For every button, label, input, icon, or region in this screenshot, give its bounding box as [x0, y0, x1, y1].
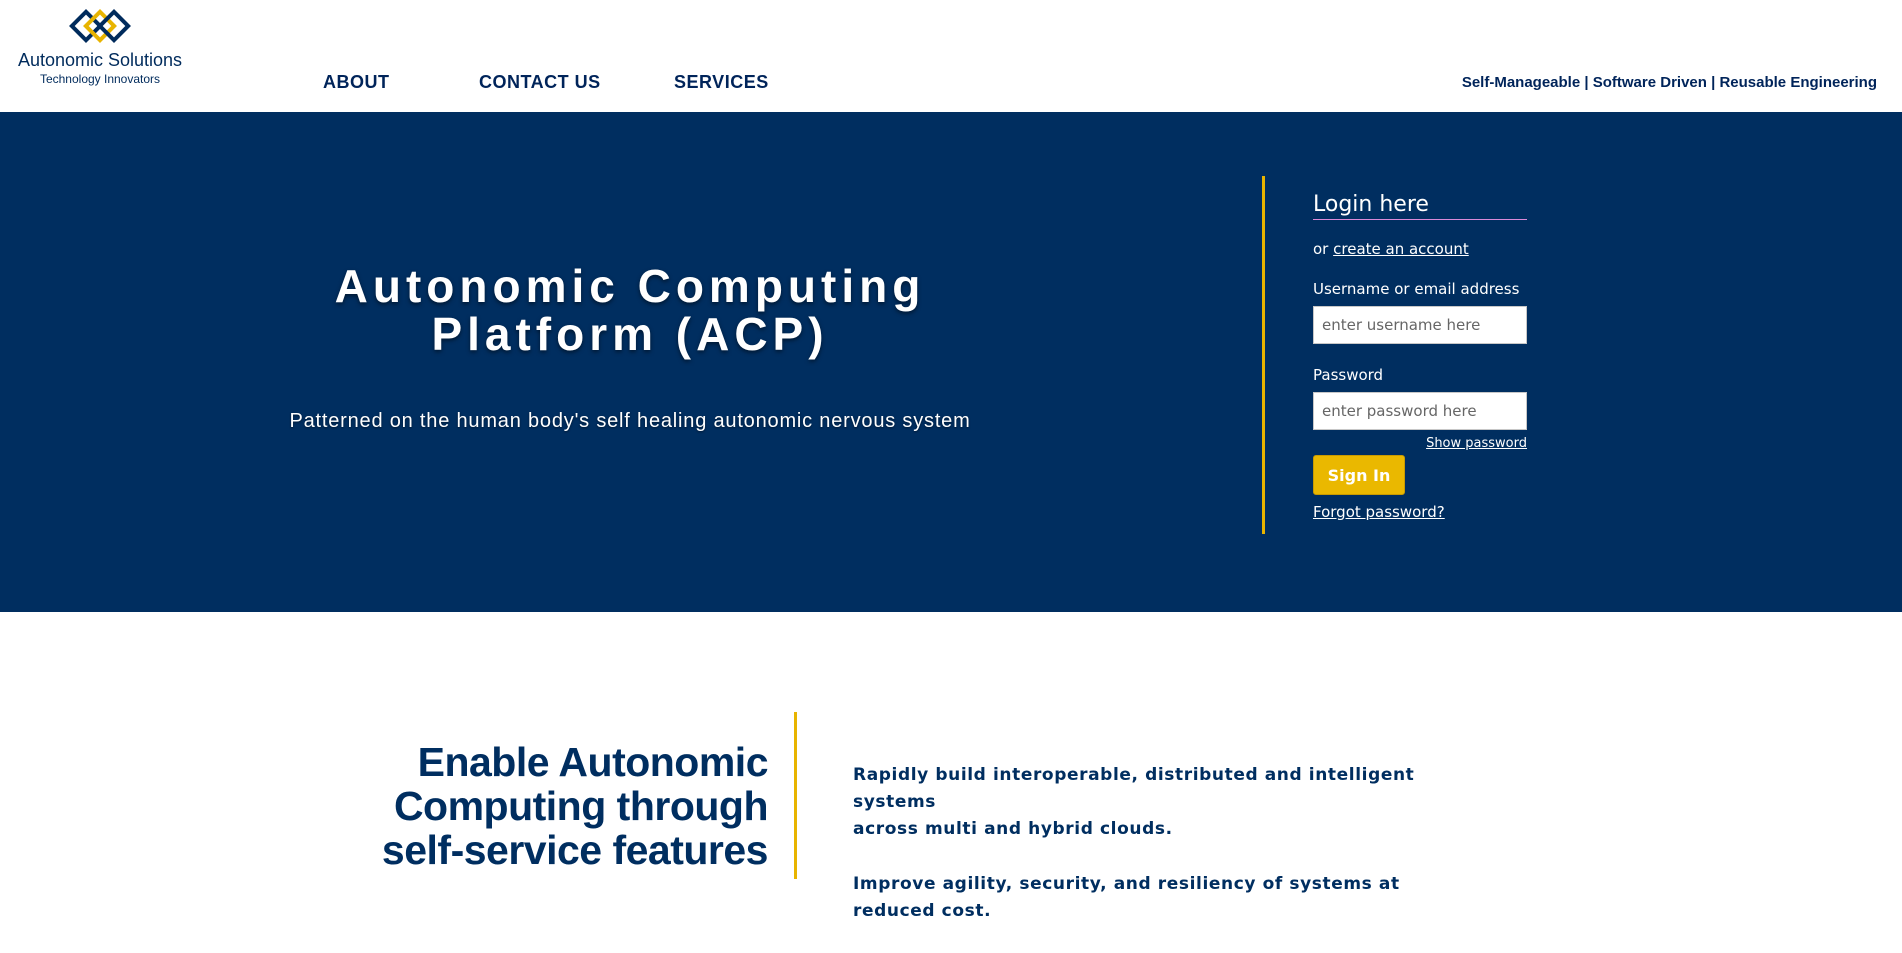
brand-name: Autonomic Solutions	[17, 50, 183, 70]
username-input[interactable]	[1313, 306, 1527, 344]
or-text: or	[1313, 240, 1329, 258]
features-heading-line-3: self-service features	[381, 827, 769, 873]
hero-title-line-1: Autonomic Computing	[334, 260, 926, 312]
features-text: Rapidly build interoperable, distributed…	[853, 762, 1473, 953]
password-label: Password	[1313, 366, 1384, 384]
brand-tagline: Technology Innovators	[39, 72, 161, 86]
login-heading: Login here	[1313, 192, 1527, 220]
create-account-link[interactable]: create an account	[1333, 240, 1469, 258]
features-heading-line-2: Computing through	[393, 783, 769, 829]
sign-in-button[interactable]: Sign In	[1313, 455, 1405, 495]
show-password-link[interactable]: Show password	[1313, 436, 1527, 451]
login-divider	[1262, 176, 1265, 534]
hero-subtitle: Patterned on the human body's self heali…	[289, 410, 971, 432]
hero-section: Autonomic Computing Platform (ACP) Patte…	[0, 112, 1902, 612]
header-motto: Self-Manageable | Software Driven | Reus…	[1461, 74, 1877, 91]
features-heading: Enable Autonomic Computing through self-…	[348, 739, 769, 873]
features-paragraph-2: Improve agility, security, and resilienc…	[853, 874, 1400, 921]
nav-services[interactable]: SERVICES	[674, 72, 769, 93]
login-panel: Login here or create an account Username…	[1313, 176, 1527, 521]
hero-title-line-2: Platform (ACP)	[431, 308, 829, 360]
logo[interactable]: Autonomic Solutions Technology Innovator…	[10, 8, 190, 98]
forgot-password-link[interactable]: Forgot password?	[1313, 503, 1527, 521]
nav-contact-us[interactable]: CONTACT US	[479, 72, 601, 93]
diamond-logo-icon	[69, 9, 131, 43]
hero-title: Autonomic Computing Platform (ACP)	[230, 262, 1030, 358]
create-account-row: or create an account	[1313, 240, 1527, 258]
features-divider	[794, 712, 797, 879]
features-paragraph-1-line-2: across multi and hybrid clouds.	[853, 819, 1173, 839]
features-paragraph-1-line-1: Rapidly build interoperable, distributed…	[853, 765, 1415, 812]
nav-about[interactable]: ABOUT	[323, 72, 390, 93]
site-header: Autonomic Solutions Technology Innovator…	[0, 0, 1902, 112]
features-heading-line-1: Enable Autonomic	[417, 739, 769, 785]
username-label: Username or email address	[1313, 280, 1520, 298]
features-paragraph-1: Rapidly build interoperable, distributed…	[853, 762, 1473, 843]
password-input[interactable]	[1313, 392, 1527, 430]
